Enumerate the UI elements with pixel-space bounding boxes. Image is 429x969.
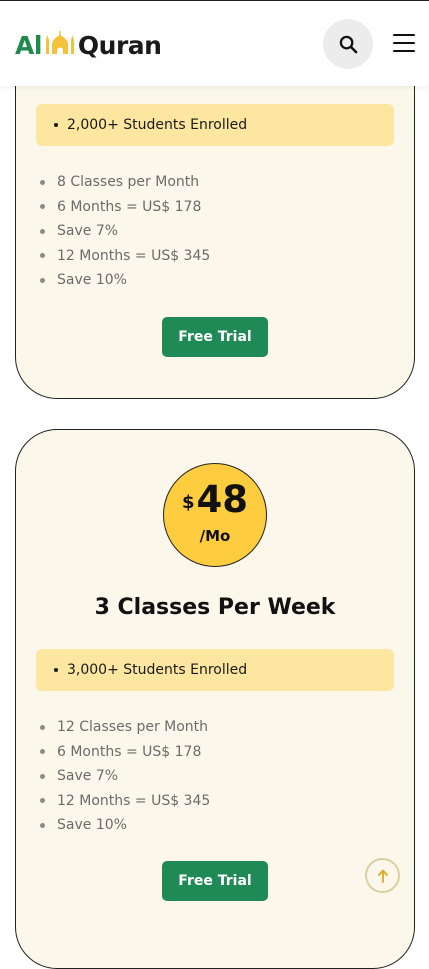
price-badge: $ 48 /Mo xyxy=(163,463,267,567)
enrolled-text: 2,000+ Students Enrolled xyxy=(67,117,248,133)
list-item: 12 Months = US$ 345 xyxy=(40,789,210,814)
plan-title: 3 Classes Per Week xyxy=(94,595,336,620)
site-header: Al Quran xyxy=(0,0,429,86)
search-button[interactable] xyxy=(323,19,373,69)
mosque-icon xyxy=(45,31,75,59)
feature-list: 8 Classes per Month 6 Months = US$ 178 S… xyxy=(40,170,210,293)
logo-prefix: Al xyxy=(15,30,42,60)
site-logo[interactable]: Al Quran xyxy=(15,29,162,61)
enrolled-badge: 3,000+ Students Enrolled xyxy=(36,649,394,691)
arrow-up-icon xyxy=(377,869,388,883)
free-trial-button[interactable]: Free Trial xyxy=(162,317,268,357)
search-icon xyxy=(339,35,357,53)
pricing-card-3-classes: $ 48 /Mo 3 Classes Per Week 3,000+ Stude… xyxy=(15,429,415,969)
enrolled-badge: 2,000+ Students Enrolled xyxy=(36,104,394,146)
list-item: 12 Months = US$ 345 xyxy=(40,244,210,269)
hamburger-menu-icon[interactable] xyxy=(393,34,415,54)
list-item: Save 7% xyxy=(40,764,210,789)
list-item: 6 Months = US$ 178 xyxy=(40,195,210,220)
list-item: 8 Classes per Month xyxy=(40,170,210,195)
list-item: Save 10% xyxy=(40,813,210,838)
free-trial-button[interactable]: Free Trial xyxy=(162,861,268,901)
logo-suffix: Quran xyxy=(77,30,162,60)
price-currency: $ xyxy=(181,492,195,513)
feature-list: 12 Classes per Month 6 Months = US$ 178 … xyxy=(40,715,210,838)
scroll-to-top-button[interactable] xyxy=(365,858,400,893)
enrolled-text: 3,000+ Students Enrolled xyxy=(67,662,248,678)
price-value: 48 xyxy=(196,478,249,521)
price-period: /Mo xyxy=(199,527,231,545)
list-item: 6 Months = US$ 178 xyxy=(40,740,210,765)
list-item: Save 10% xyxy=(40,268,210,293)
list-item: 12 Classes per Month xyxy=(40,715,210,740)
list-item: Save 7% xyxy=(40,219,210,244)
